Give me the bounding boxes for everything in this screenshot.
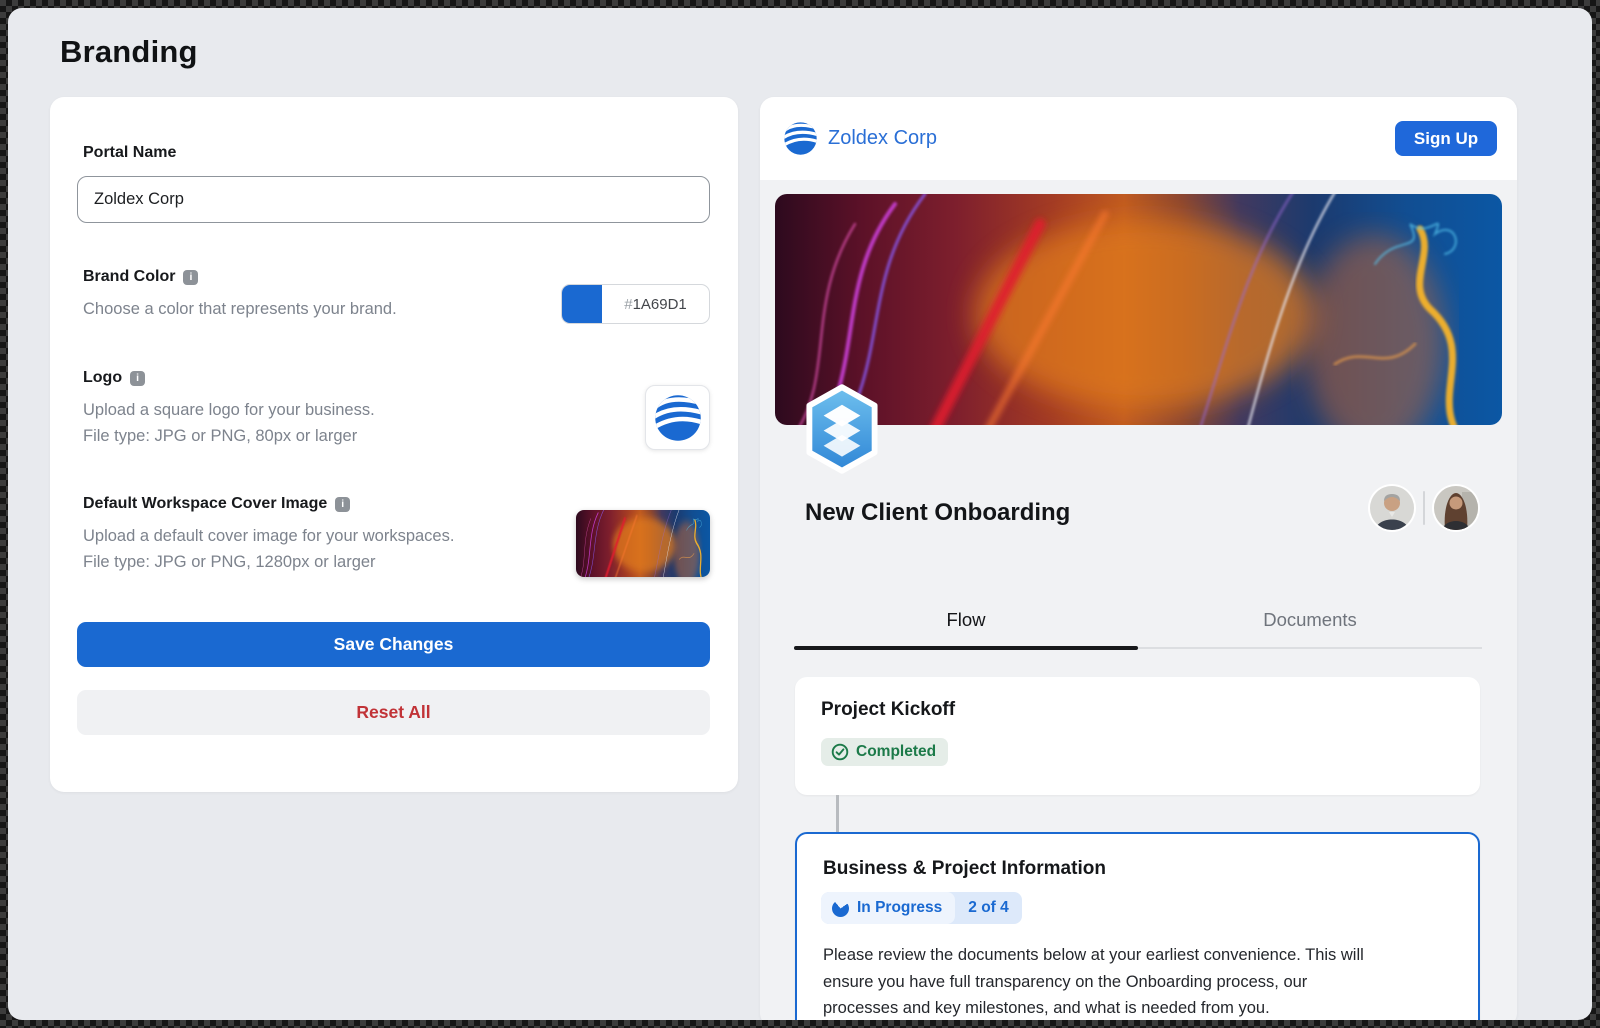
save-button[interactable]: Save Changes <box>77 622 710 667</box>
step-card-business-info[interactable]: Business & Project Information In Progre… <box>795 832 1480 1020</box>
step-title: Project Kickoff <box>821 699 955 721</box>
branding-page: Branding Portal Name Brand Color i Choos… <box>8 8 1592 1020</box>
logo-description-2: File type: JPG or PNG, 80px or larger <box>83 427 357 446</box>
avatar-divider <box>1423 491 1425 525</box>
hex-hash: # <box>624 296 632 313</box>
cover-description-1: Upload a default cover image for your wo… <box>83 527 454 546</box>
tab-flow[interactable]: Flow <box>794 609 1138 645</box>
cover-image <box>775 194 1502 425</box>
step-description-line: ensure you have full transparency on the… <box>823 969 1463 996</box>
tab-documents[interactable]: Documents <box>1138 609 1482 645</box>
status-badge-group: In Progress 2 of 4 <box>821 892 1022 924</box>
brand-color-picker[interactable]: #1A69D1 <box>561 284 710 324</box>
status-badge-label: In Progress <box>857 899 942 917</box>
workspace-title: New Client Onboarding <box>805 499 1070 527</box>
brand-color-label: Brand Color i <box>83 268 198 286</box>
company-logo-icon <box>652 392 704 444</box>
cover-image-label-text: Default Workspace Cover Image <box>83 495 327 513</box>
status-badge-label: Completed <box>856 743 936 761</box>
hex-value: 1A69D1 <box>633 296 687 313</box>
sign-up-button[interactable]: Sign Up <box>1395 121 1497 156</box>
active-tab-indicator <box>794 646 1138 650</box>
progress-count-badge: 2 of 4 <box>955 892 1021 924</box>
preview-header: Zoldex Corp Sign Up <box>760 97 1517 180</box>
logo-label-text: Logo <box>83 369 122 387</box>
progress-pie-icon <box>832 900 849 917</box>
logo-label: Logo i <box>83 369 145 387</box>
info-icon: i <box>130 371 145 386</box>
status-badge-completed: Completed <box>821 738 948 766</box>
step-card-project-kickoff[interactable]: Project Kickoff Completed <box>795 677 1480 795</box>
brand-color-hex[interactable]: #1A69D1 <box>602 285 709 323</box>
page-title: Branding <box>60 34 198 70</box>
color-swatch[interactable] <box>562 285 602 323</box>
portal-name-input[interactable] <box>77 176 710 223</box>
step-description: Please review the documents below at you… <box>823 942 1463 1020</box>
logo-upload-preview[interactable] <box>645 385 710 450</box>
status-badge-in-progress: In Progress <box>821 892 955 924</box>
cover-description-2: File type: JPG or PNG, 1280px or larger <box>83 553 376 572</box>
cover-image <box>576 510 710 577</box>
branding-settings-card: Portal Name Brand Color i Choose a color… <box>50 97 738 792</box>
portal-name-label-text: Portal Name <box>83 144 176 162</box>
workspace-badge-icon <box>800 383 884 475</box>
cover-image-thumbnail[interactable] <box>576 510 710 577</box>
company-logo-icon <box>782 120 819 157</box>
portal-name-label: Portal Name <box>83 144 176 162</box>
avatar-male <box>1370 486 1414 530</box>
cover-image-label: Default Workspace Cover Image i <box>83 495 350 513</box>
step-title: Business & Project Information <box>823 858 1106 880</box>
avatar-female <box>1434 486 1478 530</box>
company-name: Zoldex Corp <box>828 127 937 150</box>
flow-connector-line <box>836 795 839 833</box>
reset-all-button[interactable]: Reset All <box>77 690 710 735</box>
check-circle-icon <box>831 743 849 761</box>
workspace-cover-image <box>775 194 1502 425</box>
brand-color-label-text: Brand Color <box>83 268 175 286</box>
logo-description-1: Upload a square logo for your business. <box>83 401 375 420</box>
info-icon: i <box>335 497 350 512</box>
brand-color-description: Choose a color that represents your bran… <box>83 300 397 319</box>
workspace-members <box>1370 486 1478 530</box>
step-description-line: processes and key milestones, and what i… <box>823 995 1463 1020</box>
portal-preview-card: Zoldex Corp Sign Up <box>760 97 1517 1020</box>
info-icon: i <box>183 270 198 285</box>
step-description-line: Please review the documents below at you… <box>823 942 1463 969</box>
